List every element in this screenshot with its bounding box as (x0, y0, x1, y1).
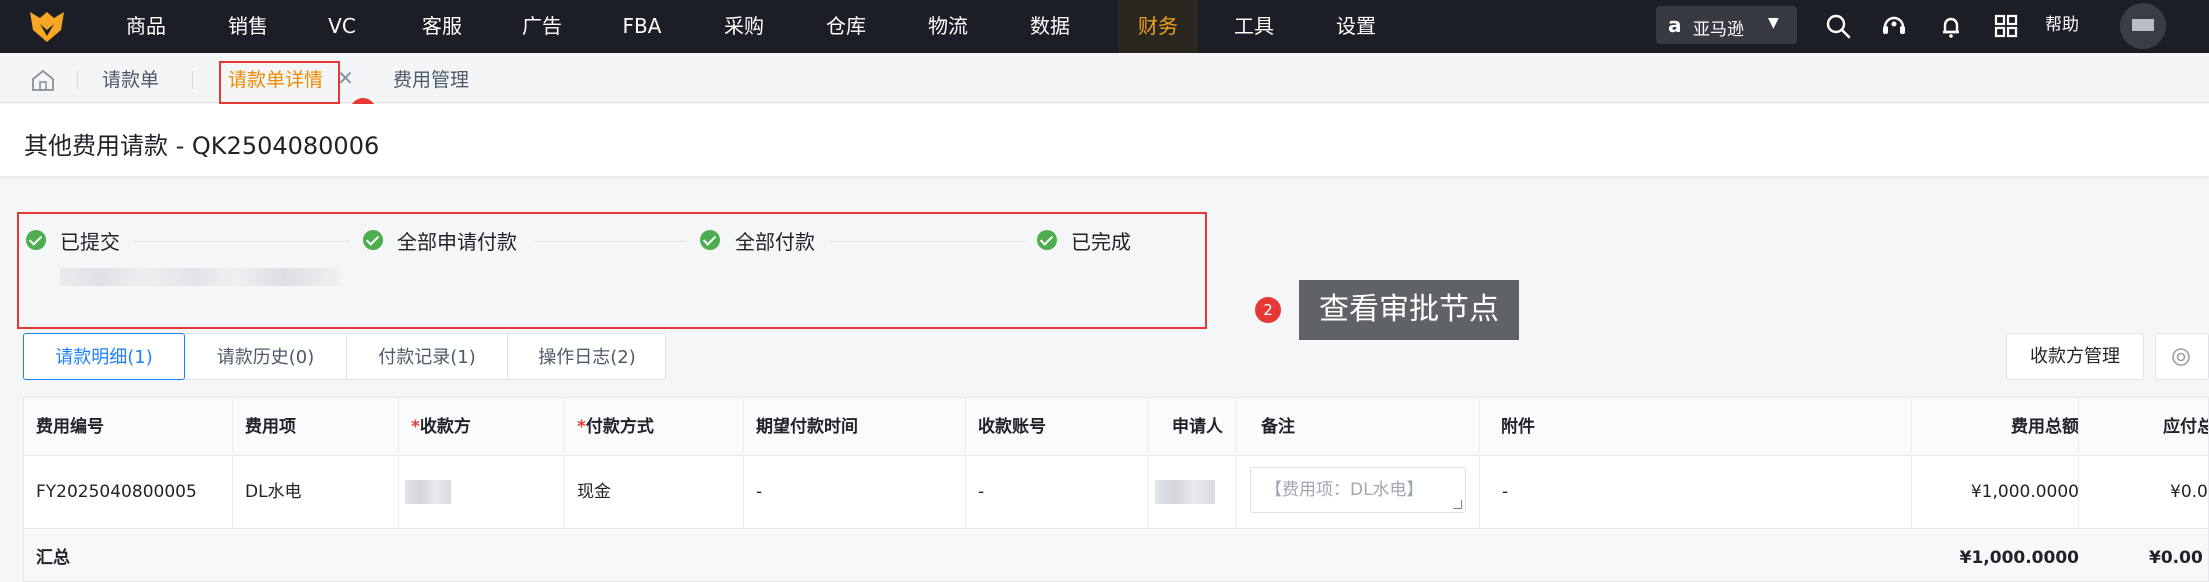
nav-item-tools[interactable]: 工具 (1224, 0, 1284, 53)
cell-receiving-account: - (978, 482, 985, 502)
highlight-box-tab (219, 61, 340, 104)
step-badge-2: 2 (1255, 297, 1281, 323)
nav-item-products[interactable]: 商品 (116, 0, 176, 53)
nav-item-vc[interactable]: VC (322, 0, 362, 53)
caret-down-icon: ▼ (1768, 15, 1779, 31)
amazon-icon: a (1668, 13, 1682, 37)
callout-view-approval-nodes: 查看审批节点 (1299, 280, 1519, 340)
nav-item-fba[interactable]: FBA (612, 0, 672, 53)
top-navbar: 商品 销售 VC 客服 广告 FBA 采购 仓库 物流 数据 财务 工具 设置 … (0, 0, 2209, 53)
app-logo-icon[interactable] (28, 8, 66, 44)
store-selector[interactable]: a 亚马逊 ▼ (1656, 6, 1797, 44)
nav-item-customer-service[interactable]: 客服 (412, 0, 472, 53)
cell-expected-pay-time: - (756, 482, 763, 502)
col-header-expense-item: 费用项 (245, 417, 296, 437)
page-title: 其他费用请款 - QK2504080006 (24, 132, 380, 160)
col-header-expected-pay-time: 期望付款时间 (756, 417, 858, 437)
cell-expense-item: DL水电 (245, 482, 302, 502)
summary-row (24, 529, 2208, 581)
store-name: 亚马逊 (1693, 20, 1744, 40)
expense-table: 费用编号 费用项 *收款方 *付款方式 期望付款时间 收款账号 申请人 备注 附… (23, 397, 2209, 582)
col-header-pay-method: *付款方式 (577, 417, 654, 437)
tab-divider (77, 71, 78, 89)
app-grid-icon[interactable] (1991, 11, 2021, 41)
nav-item-warehouse[interactable]: 仓库 (816, 0, 876, 53)
tab-operation-log[interactable]: 操作日志(2) (508, 334, 666, 379)
nav-item-finance[interactable]: 财务 (1118, 0, 1198, 53)
nav-item-sales[interactable]: 销售 (218, 0, 278, 53)
redacted-applicant (1155, 480, 1215, 504)
nav-item-logistics[interactable]: 物流 (918, 0, 978, 53)
nav-item-ads[interactable]: 广告 (512, 0, 572, 53)
help-link[interactable]: 帮助 (2045, 0, 2079, 50)
user-avatar[interactable] (2120, 3, 2166, 49)
summary-label: 汇总 (36, 548, 70, 568)
cell-pay-method: 现金 (577, 482, 611, 502)
col-header-total-amount: 费用总额 (2011, 417, 2079, 437)
tab-payment-requests[interactable]: 请款单 (102, 53, 159, 103)
column-divider (398, 398, 399, 528)
notification-bell-icon[interactable] (1936, 11, 1966, 41)
cell-attachment: - (1502, 482, 1509, 502)
tab-expense-management[interactable]: 费用管理 (393, 53, 469, 103)
note-textarea[interactable]: 【费用项：DL水电】 (1250, 467, 1466, 513)
col-header-payable-total: 应付总 (2163, 417, 2209, 437)
cell-total-amount: ¥1,000.0000 (1970, 482, 2079, 502)
col-header-note: 备注 (1261, 417, 1295, 437)
cell-expense-no[interactable]: FY2025040800005 (24, 456, 197, 528)
settings-gear-icon (2172, 348, 2190, 366)
highlight-box-steps (17, 212, 1207, 329)
redacted-payee (405, 480, 451, 504)
page-header: 其他费用请款 - QK2504080006 (0, 104, 2209, 176)
detail-tabs: 请款明细(1) 请款历史(0) 付款记录(1) 操作日志(2) (23, 333, 666, 380)
nav-item-purchasing[interactable]: 采购 (714, 0, 774, 53)
column-divider (1479, 398, 1480, 528)
table-header (24, 398, 2208, 456)
tab-request-history[interactable]: 请款历史(0) (185, 334, 346, 379)
tab-payment-records[interactable]: 付款记录(1) (347, 334, 507, 379)
col-header-receiving-account: 收款账号 (978, 417, 1046, 437)
customer-support-icon[interactable] (1879, 11, 1909, 41)
column-divider (1236, 398, 1237, 528)
column-divider (1148, 398, 1149, 528)
tab-divider (192, 71, 193, 89)
summary-total-amount: ¥1,000.0000 (1959, 548, 2079, 568)
nav-item-data[interactable]: 数据 (1020, 0, 1080, 53)
col-header-expense-no: 费用编号 (36, 417, 104, 437)
tab-request-details[interactable]: 请款明细(1) (23, 333, 185, 380)
payee-management-button[interactable]: 收款方管理 (2006, 333, 2144, 380)
col-header-applicant: 申请人 (1172, 417, 1223, 437)
col-header-payee: *收款方 (411, 417, 471, 437)
search-icon[interactable] (1823, 11, 1853, 41)
home-icon[interactable] (31, 69, 55, 91)
cell-payable-total: ¥0.00 (2170, 482, 2208, 502)
nav-item-settings[interactable]: 设置 (1326, 0, 1386, 53)
col-header-attachment: 附件 (1501, 417, 1535, 437)
summary-payable-total: ¥0.00 (2149, 548, 2203, 568)
